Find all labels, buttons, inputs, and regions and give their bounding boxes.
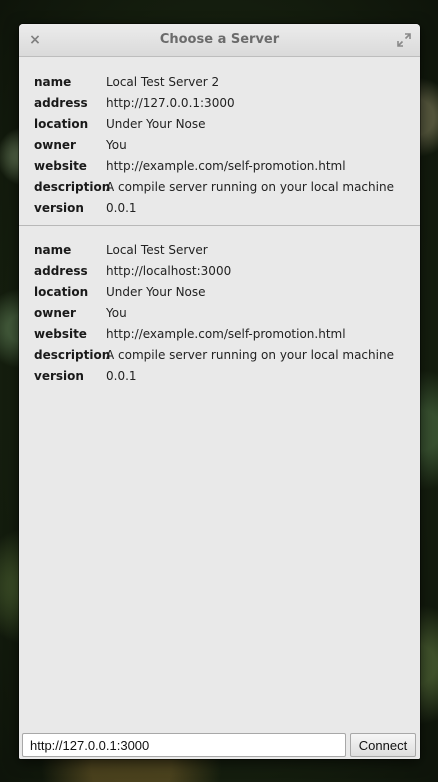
server-website: http://example.com/self-promotion.html <box>106 327 346 341</box>
server-address: http://localhost:3000 <box>106 264 232 278</box>
field-label: name <box>34 243 72 257</box>
server-address-row: address http://127.0.0.1:3000 <box>34 93 420 114</box>
connect-bar: Connect <box>19 726 420 759</box>
server-owner: You <box>106 138 127 152</box>
field-label: owner <box>34 306 76 320</box>
server-description-row: descriptionA compile server running on y… <box>34 177 420 198</box>
server-entry[interactable]: name Local Test Server address http://loca… <box>19 225 420 393</box>
server-address-row: address http://localhost:3000 <box>34 261 420 282</box>
maximize-icon[interactable] <box>396 32 412 48</box>
server-name: Local Test Server 2 <box>106 75 220 89</box>
choose-server-window: × Choose a Server name Local Test Server … <box>19 24 420 759</box>
field-label: description <box>34 180 111 194</box>
server-website: http://example.com/self-promotion.html <box>106 159 346 173</box>
server-website-row: website http://example.com/self-promotion… <box>34 324 420 345</box>
server-entry[interactable]: name Local Test Server 2 address http://12… <box>19 58 420 225</box>
field-label: name <box>34 75 72 89</box>
server-address: http://127.0.0.1:3000 <box>106 96 235 110</box>
server-name-row: name Local Test Server 2 <box>34 72 420 93</box>
title-bar: × Choose a Server <box>19 24 420 57</box>
server-description: A compile server running on your local m… <box>106 180 394 194</box>
field-label: location <box>34 285 89 299</box>
connect-button[interactable]: Connect <box>350 733 416 757</box>
field-label: website <box>34 327 87 341</box>
server-url-input[interactable] <box>22 733 346 757</box>
field-label: website <box>34 159 87 173</box>
window-title: Choose a Server <box>159 32 280 47</box>
server-location: Under Your Nose <box>106 285 206 299</box>
field-label: version <box>34 369 84 383</box>
server-version-row: version 0.0.1 <box>34 198 420 219</box>
server-version-row: version 0.0.1 <box>34 366 420 387</box>
server-owner-row: owner You <box>34 135 420 156</box>
server-version: 0.0.1 <box>106 201 137 215</box>
server-location-row: location Under Your Nose <box>34 282 420 303</box>
server-description: A compile server running on your local m… <box>106 348 394 362</box>
field-label: description <box>34 348 111 362</box>
field-label: version <box>34 201 84 215</box>
field-label: address <box>34 264 88 278</box>
server-version: 0.0.1 <box>106 369 137 383</box>
server-owner-row: owner You <box>34 303 420 324</box>
server-name-row: name Local Test Server <box>34 240 420 261</box>
server-website-row: website http://example.com/self-promotion… <box>34 156 420 177</box>
server-description-row: descriptionA compile server running on y… <box>34 345 420 366</box>
server-location: Under Your Nose <box>106 117 206 131</box>
server-location-row: location Under Your Nose <box>34 114 420 135</box>
field-label: owner <box>34 138 76 152</box>
field-label: location <box>34 117 89 131</box>
server-owner: You <box>106 306 127 320</box>
field-label: address <box>34 96 88 110</box>
server-list: name Local Test Server 2 address http://12… <box>19 58 420 725</box>
server-name: Local Test Server <box>106 243 208 257</box>
